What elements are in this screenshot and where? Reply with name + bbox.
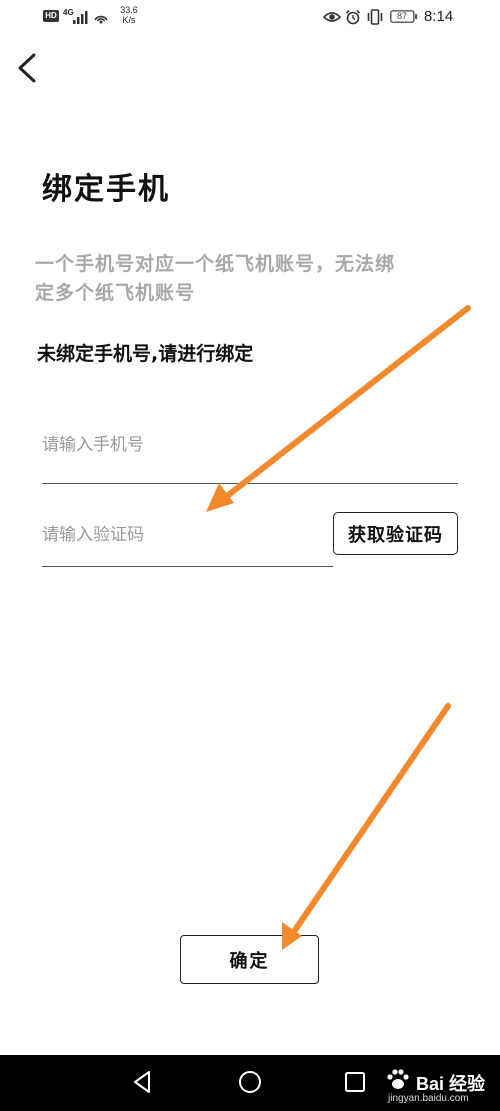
binding-notice: 未绑定手机号,请进行绑定 bbox=[37, 343, 254, 365]
vibrate-icon bbox=[367, 9, 383, 25]
confirm-button[interactable]: 确定 bbox=[180, 935, 319, 984]
phone-number-input[interactable] bbox=[42, 430, 452, 460]
page-description: 一个手机号对应一个纸飞机账号，无法绑定多个纸飞机账号 bbox=[35, 253, 396, 304]
paw-logo-icon bbox=[387, 1069, 409, 1089]
hd-icon: HD bbox=[43, 10, 59, 22]
phone-input-underline bbox=[42, 483, 458, 484]
clock: 8:14 bbox=[424, 8, 454, 25]
watermark-url: jingyan.baidu.com bbox=[388, 1093, 469, 1104]
wifi-hotspot-icon bbox=[94, 15, 108, 24]
eye-icon bbox=[323, 12, 341, 22]
get-verification-code-button[interactable]: 获取验证码 bbox=[333, 512, 458, 555]
page-title: 绑定手机 bbox=[42, 172, 170, 207]
arrow-to-confirm-button bbox=[282, 703, 451, 950]
verification-code-input[interactable] bbox=[42, 520, 327, 550]
status-bar: HD 4G 33.6 K/s 87 8:14 bbox=[0, 0, 500, 34]
speed-value: 33.6 bbox=[120, 5, 138, 15]
chevron-left-icon[interactable] bbox=[14, 52, 42, 84]
nav-home-icon[interactable] bbox=[237, 1069, 263, 1095]
battery-level: 87 bbox=[396, 11, 407, 21]
network-speed: 33.6 K/s bbox=[114, 5, 144, 25]
signal-icon bbox=[73, 11, 88, 24]
arrow-to-code-input bbox=[206, 305, 471, 512]
nav-recent-icon[interactable] bbox=[343, 1070, 367, 1094]
nav-back-icon[interactable] bbox=[130, 1069, 156, 1095]
speed-unit: K/s bbox=[122, 15, 136, 25]
baidu-jingyan-watermark: Bai 经验 jingyan.baidu.com bbox=[380, 1066, 498, 1110]
code-input-underline bbox=[42, 566, 333, 567]
alarm-icon bbox=[345, 9, 361, 25]
